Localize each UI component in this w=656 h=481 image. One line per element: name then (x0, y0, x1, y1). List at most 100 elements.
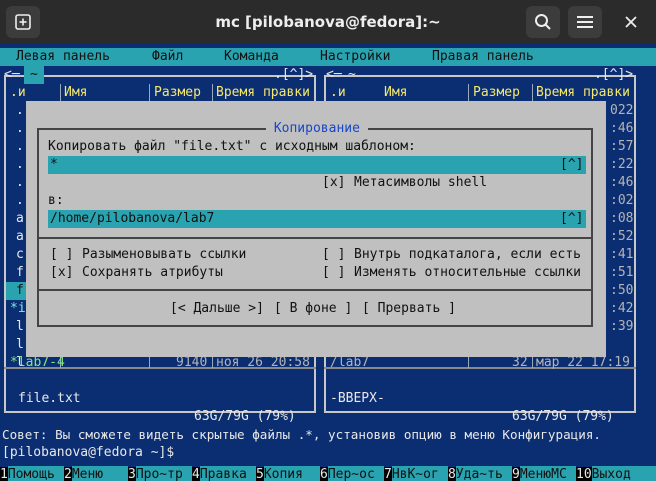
fkey-label: Пер~ос (327, 466, 384, 481)
dialog-separator-1 (37, 237, 593, 239)
continue-button[interactable]: [< Дальше >] (170, 300, 264, 318)
dest-history-button[interactable]: [^] (560, 210, 583, 228)
right-row-fragment: :46 (610, 175, 634, 190)
fkey-label: Про~тр (135, 466, 192, 481)
fkey-label: Правка (199, 466, 256, 481)
left-row-fragment[interactable]: l (16, 318, 24, 336)
fkey-number: 9 (512, 467, 520, 481)
menu-command[interactable]: Команда (224, 48, 279, 66)
fkey-help[interactable]: 1Помощь (0, 466, 64, 481)
stable-symlinks-checkbox[interactable]: [ ] (322, 264, 345, 282)
main-menu-button[interactable] (568, 6, 602, 38)
deref-links-label[interactable]: Разыменовывать ссылки (82, 246, 246, 264)
fkey-label: Уда~ть (455, 466, 512, 481)
fkey-label: Копия (263, 466, 320, 481)
dest-label: в: (48, 193, 64, 208)
left-row-fragment[interactable]: f (16, 264, 24, 282)
right-panel-corner[interactable]: <─ (326, 66, 342, 84)
menu-options[interactable]: Настройки (320, 48, 390, 66)
dive-subdir-label[interactable]: Внутрь подкаталога, если есть (354, 246, 581, 264)
fkey-move[interactable]: 6Пер~ос (320, 466, 384, 481)
fkey-pulldown[interactable]: 9МенюMC (512, 466, 576, 481)
search-icon (535, 14, 551, 30)
right-row-fragment: :46 (610, 121, 634, 136)
left-panel-top-border (4, 75, 314, 77)
right-col-name[interactable]: Имя (384, 84, 407, 102)
left-col-name[interactable]: Имя (64, 84, 87, 102)
fkey-view[interactable]: 3Про~тр (128, 466, 192, 481)
fkey-number: 1 (0, 467, 8, 481)
fkey-number: 10 (576, 467, 592, 481)
fkey-number: 7 (384, 467, 392, 481)
left-panel-corner[interactable]: <─ (4, 66, 20, 84)
left-panel-path[interactable]: ~ (24, 66, 44, 84)
menu-file[interactable]: Файл (152, 48, 183, 66)
fkey-number: 3 (128, 467, 136, 481)
right-row-fragment: :08 (610, 211, 634, 226)
fkey-number: 2 (64, 467, 72, 481)
dest-path-field[interactable]: /home/pilobanova/lab7 [^] (48, 210, 586, 228)
right-row-fragment: :57 (610, 139, 634, 154)
search-button[interactable] (526, 6, 560, 38)
left-col-mtime[interactable]: Время правки (216, 84, 310, 102)
right-col-size[interactable]: Размер (473, 84, 520, 102)
preserve-attrs-checkbox[interactable]: [x] (50, 264, 73, 282)
right-panel-hotlist[interactable]: .[^]> (594, 66, 633, 84)
right-col-n[interactable]: .и (330, 84, 346, 102)
left-row-fragment[interactable]: l (16, 336, 24, 354)
left-row-fragment[interactable]: . (16, 156, 24, 174)
right-row-fragment: :52 (610, 229, 634, 244)
dive-subdir-checkbox[interactable]: [ ] (322, 246, 345, 264)
right-free-space: 63G/79G (79%) (512, 409, 614, 424)
close-button[interactable] (614, 6, 648, 38)
right-panel-right-border (634, 75, 636, 413)
shell-prompt[interactable]: [pilobanova@fedora ~]$ (2, 444, 174, 462)
left-row-fragment[interactable]: a (16, 228, 24, 246)
left-row-fragment[interactable]: . (16, 102, 24, 120)
dialog-separator-2 (37, 289, 593, 291)
background-button[interactable]: [ В фоне ] (274, 300, 352, 318)
left-row-fragment[interactable]: c (16, 246, 24, 264)
menu-right-panel[interactable]: Правая панель (432, 48, 534, 66)
left-row-fragment[interactable]: . (16, 138, 24, 156)
fkey-mkdir[interactable]: 7НвК~ог (384, 466, 448, 481)
fkey-delete[interactable]: 8Уда~ть (448, 466, 512, 481)
left-row-fragment[interactable]: . (16, 120, 24, 138)
abort-button[interactable]: [ Прервать ] (362, 300, 456, 318)
stable-symlinks-label[interactable]: Изменять относительные ссылки (354, 264, 581, 282)
close-icon (625, 16, 637, 28)
metachar-label[interactable]: Метасимволы shell (354, 174, 487, 192)
right-panel-path-fragment[interactable]: ~ (348, 66, 356, 84)
deref-links-checkbox[interactable]: [ ] (50, 246, 73, 264)
fkey-label: НвК~ог (391, 466, 448, 481)
left-row-fragment[interactable]: . (16, 192, 24, 210)
left-col-size[interactable]: Размер (154, 84, 201, 102)
left-row-fragment[interactable]: *i (10, 300, 26, 318)
right-row-fragment: :02 (610, 193, 634, 208)
fkey-quit[interactable]: 10Выход (576, 466, 656, 481)
right-row-fragment: :50 (610, 283, 634, 298)
left-col-n[interactable]: .и (10, 84, 26, 102)
source-mask-value: * (50, 157, 58, 172)
left-row-fragment[interactable]: a (16, 210, 24, 228)
right-row-fragment: :41 (610, 247, 634, 262)
mc-menubar: Левая панель Файл Команда Настройки Прав… (0, 48, 656, 66)
right-row-fragment: :39 (610, 319, 634, 334)
fkey-copy[interactable]: 5Копия (256, 466, 320, 481)
right-col-mtime[interactable]: Время правки (536, 84, 630, 102)
menu-left-panel[interactable]: Левая панель (16, 48, 110, 66)
left-panel-hotlist[interactable]: .[^]> (274, 66, 313, 84)
function-key-bar: 1Помощь 2Меню 3Про~тр 4Правка 5Копия 6Пе… (0, 466, 656, 481)
source-mask-field[interactable]: * [^] (48, 156, 586, 174)
left-row-fragment[interactable]: . (16, 174, 24, 192)
hint-line: Совет: Вы сможете видеть скрытые файлы .… (2, 427, 601, 442)
right-row-fragment: :22 (610, 157, 634, 172)
metachar-checkbox[interactable]: [x] (322, 174, 345, 192)
source-history-button[interactable]: [^] (560, 156, 583, 174)
window-titlebar: mc [pilobanova@fedora]:~ (0, 0, 656, 44)
fkey-menu[interactable]: 2Меню (64, 466, 128, 481)
right-panel-top-border (324, 75, 636, 77)
fkey-edit[interactable]: 4Правка (192, 466, 256, 481)
preserve-attrs-label[interactable]: Сохранять атрибуты (82, 264, 223, 282)
right-row-fragment: 022 (610, 103, 634, 118)
